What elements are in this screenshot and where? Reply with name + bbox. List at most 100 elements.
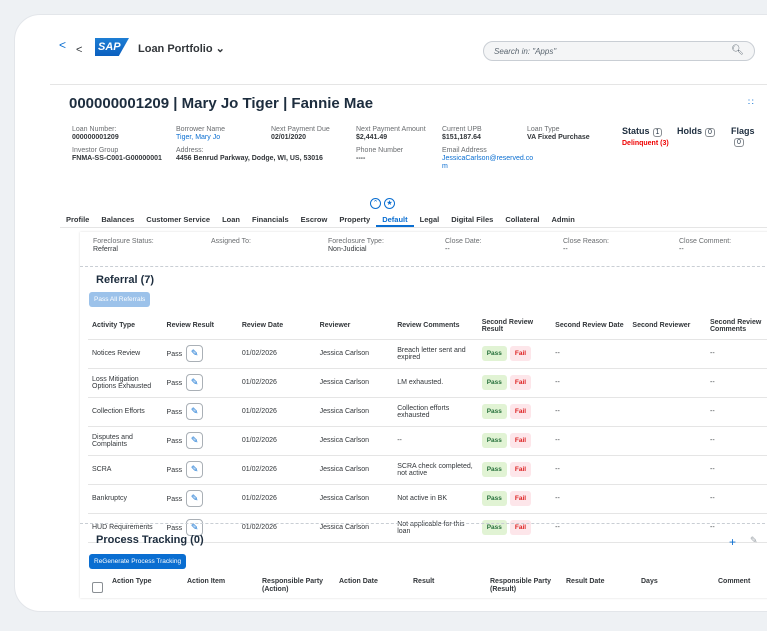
fail-button[interactable]: Fail bbox=[509, 462, 532, 477]
shell-back-button[interactable]: < bbox=[59, 38, 66, 52]
second-review-actions: Pass Fail bbox=[477, 426, 552, 456]
flags-indicator[interactable]: Flags0 bbox=[731, 126, 767, 147]
referral-table-header: Activity Type Review Result Review Date Rev… bbox=[88, 313, 767, 340]
tab-admin[interactable]: Admin bbox=[546, 212, 581, 227]
table-row: SCRA Pass ✎ 01/02/2026 Jessica Carlson SCRA c… bbox=[88, 455, 767, 485]
tab-escrow[interactable]: Escrow bbox=[295, 212, 334, 227]
edit-review-icon[interactable]: ✎ bbox=[186, 374, 204, 391]
review-result-cell: Pass ✎ bbox=[162, 455, 238, 485]
review-result-text: Pass bbox=[166, 409, 183, 416]
edit-review-icon[interactable]: ✎ bbox=[186, 403, 204, 420]
table-cell: Collection Efforts bbox=[88, 397, 163, 427]
search-icon[interactable]: 🔍︎ bbox=[731, 45, 744, 56]
divider bbox=[80, 266, 767, 267]
fail-button[interactable]: Fail bbox=[509, 491, 532, 506]
status-value: Delinquent (3) bbox=[622, 140, 669, 147]
tab-property[interactable]: Property bbox=[333, 212, 376, 227]
pass-button[interactable]: Pass bbox=[481, 462, 507, 477]
table-cell: LM exhausted. bbox=[393, 368, 478, 398]
email-link[interactable]: JessicaCarlson@reserved.co m bbox=[442, 155, 537, 171]
table-row: Loss Mitigation Options Exhausted Pass ✎ 01… bbox=[88, 368, 767, 398]
pin-header-icon[interactable]: ★ bbox=[384, 198, 395, 209]
fail-button[interactable]: Fail bbox=[509, 433, 532, 448]
edit-review-icon[interactable]: ✎ bbox=[186, 345, 204, 362]
process-tracking-title: Process Tracking (0) bbox=[96, 534, 204, 546]
second-review-actions: Pass Fail bbox=[477, 513, 552, 543]
table-cell: SCRA bbox=[88, 455, 163, 485]
tab-profile[interactable]: Profile bbox=[60, 212, 95, 227]
investor-group-field: Investor Group FNMA-SS-C001-G00000001 bbox=[72, 147, 162, 162]
holds-indicator[interactable]: Holds 0 bbox=[677, 126, 715, 137]
close-reason-field: Close Reason: -- bbox=[563, 238, 609, 253]
second-review-actions: Pass Fail bbox=[477, 397, 552, 427]
close-comment-field: Close Comment: -- bbox=[679, 238, 732, 253]
table-cell: -- bbox=[705, 426, 767, 456]
table-cell: 01/02/2026 bbox=[237, 368, 316, 398]
tab-collateral[interactable]: Collateral bbox=[499, 212, 545, 227]
column-header: Activity Type bbox=[88, 313, 163, 340]
table-cell: Jessica Carlson bbox=[315, 455, 394, 485]
column-header: Result bbox=[413, 578, 435, 585]
borrower-name-link[interactable]: Tiger, Mary Jo bbox=[176, 134, 225, 142]
fail-button[interactable]: Fail bbox=[509, 346, 532, 361]
pass-button[interactable]: Pass bbox=[481, 433, 507, 448]
address-field: Address: 4456 Benrud Parkway, Dodge, WI, … bbox=[176, 147, 323, 162]
table-cell: 01/02/2026 bbox=[237, 513, 316, 543]
table-cell: -- bbox=[551, 368, 629, 398]
tab-legal[interactable]: Legal bbox=[414, 212, 446, 227]
table-cell: 01/02/2026 bbox=[237, 455, 316, 485]
table-cell: Not active in BK bbox=[393, 484, 478, 514]
tab-loan[interactable]: Loan bbox=[216, 212, 246, 227]
nav-back-button[interactable]: < bbox=[76, 44, 82, 56]
select-all-checkbox[interactable] bbox=[92, 582, 103, 593]
column-header: Review Date bbox=[237, 313, 316, 340]
referral-section-title: Referral (7) bbox=[96, 274, 155, 286]
review-result-text: Pass bbox=[166, 496, 183, 503]
table-cell bbox=[628, 426, 706, 456]
column-header: Days bbox=[641, 578, 658, 585]
phone-field: Phone Number ---- bbox=[356, 147, 404, 162]
table-cell: Disputes and Complaints bbox=[88, 426, 163, 456]
table-cell: -- bbox=[705, 397, 767, 427]
review-result-text: Pass bbox=[166, 467, 183, 474]
collapse-header-icon[interactable]: ⌃ bbox=[370, 198, 381, 209]
table-cell bbox=[628, 397, 706, 427]
table-cell: Bankruptcy bbox=[88, 484, 163, 514]
tab-digital-files[interactable]: Digital Files bbox=[445, 212, 499, 227]
column-header: Second Review Result bbox=[477, 313, 552, 340]
fail-button[interactable]: Fail bbox=[509, 404, 532, 419]
edit-review-icon[interactable]: ✎ bbox=[186, 432, 204, 449]
table-cell: Not applicable for this loan bbox=[393, 513, 478, 543]
pass-button[interactable]: Pass bbox=[481, 346, 507, 361]
app-title-menu[interactable]: Loan Portfolio ⌄ bbox=[138, 42, 225, 55]
table-cell: 01/02/2026 bbox=[237, 484, 316, 514]
tab-financials[interactable]: Financials bbox=[246, 212, 295, 227]
review-result-text: Pass bbox=[166, 438, 183, 445]
edit-review-icon[interactable]: ✎ bbox=[186, 461, 204, 478]
regenerate-process-tracking-button[interactable]: ReGenerate Process Tracking bbox=[89, 554, 187, 569]
edit-icon[interactable]: ✎ bbox=[750, 535, 758, 546]
column-header: Review Result bbox=[162, 313, 238, 340]
pass-all-referrals-button[interactable]: Pass All Referrals bbox=[89, 292, 151, 307]
table-cell bbox=[628, 339, 706, 369]
tab-default[interactable]: Default bbox=[376, 212, 414, 227]
pass-button[interactable]: Pass bbox=[481, 404, 507, 419]
status-indicator[interactable]: Status 1 bbox=[622, 126, 663, 137]
pass-button[interactable]: Pass bbox=[481, 491, 507, 506]
tab-balances[interactable]: Balances bbox=[95, 212, 140, 227]
page-title: 000000001209 | Mary Jo Tiger | Fannie Ma… bbox=[69, 95, 374, 112]
pass-button[interactable]: Pass bbox=[481, 375, 507, 390]
table-cell bbox=[628, 513, 706, 543]
second-review-actions: Pass Fail bbox=[477, 455, 552, 485]
fail-button[interactable]: Fail bbox=[509, 375, 532, 390]
table-cell: SCRA check completed, not active bbox=[393, 455, 478, 485]
add-icon[interactable]: + bbox=[729, 535, 736, 549]
loan-number-field: Loan Number: 000000001209 bbox=[72, 126, 119, 141]
loan-type-field: Loan Type VA Fixed Purchase bbox=[527, 126, 590, 141]
grid-menu-icon[interactable]: ∷ bbox=[748, 97, 754, 108]
holds-count-badge: 0 bbox=[705, 128, 715, 137]
search-input[interactable]: Search in: "Apps" 🔍︎ bbox=[483, 41, 755, 61]
foreclosure-type-field: Foreclosure Type: Non-Judicial bbox=[328, 238, 384, 253]
edit-review-icon[interactable]: ✎ bbox=[186, 490, 204, 507]
tab-customer-service[interactable]: Customer Service bbox=[140, 212, 216, 227]
